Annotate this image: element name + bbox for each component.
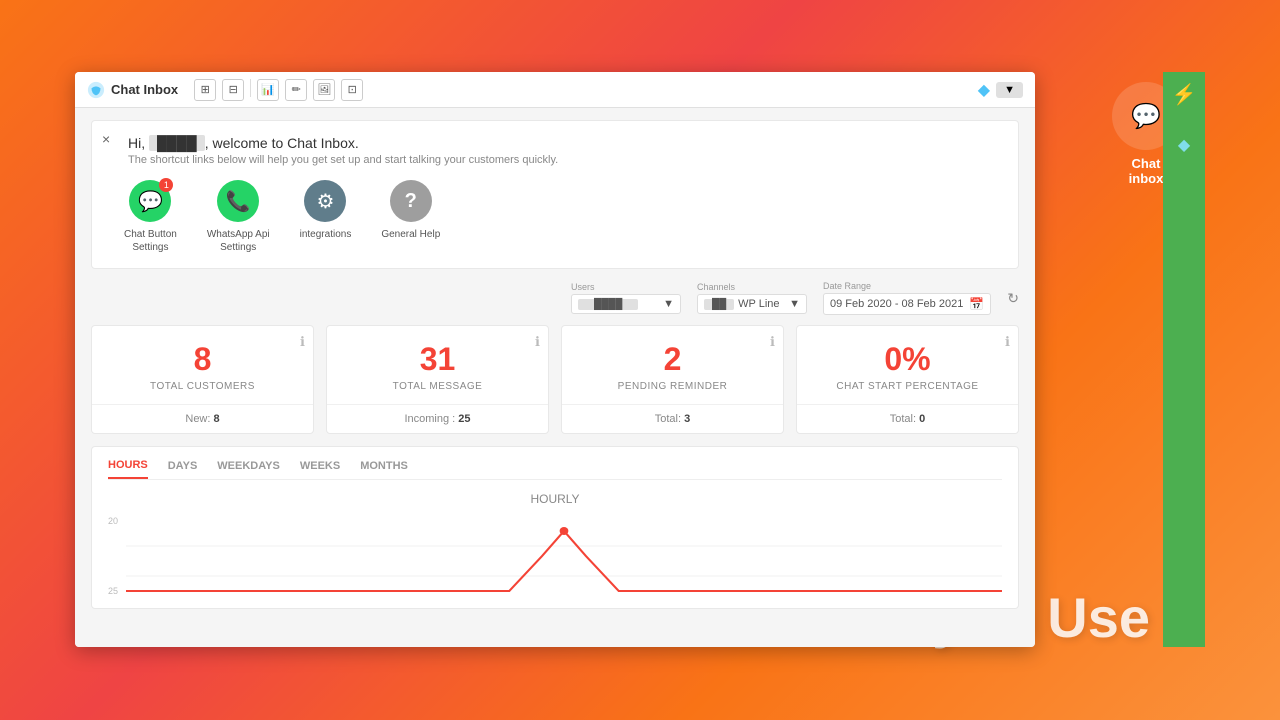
date-range-filter: Date Range 09 Feb 2020 - 08 Feb 2021 📅 — [823, 281, 991, 315]
welcome-banner: × Hi, ████, welcome to Chat Inbox. The s… — [91, 120, 1019, 269]
link-integrations[interactable]: ⚙ integrations — [300, 180, 352, 254]
incoming-label: Incoming : — [404, 413, 455, 425]
stat-card-main-reminder: ℹ 2 PENDING REMINDER — [562, 326, 783, 404]
welcome-subtitle: The shortcut links below will help you g… — [128, 154, 1002, 166]
channels-filter: Channels ██ WP Line ▼ — [697, 282, 807, 314]
whatsapp-api-icon: 📞 — [217, 180, 259, 222]
toolbar-btn-1[interactable]: ⊞ — [194, 79, 216, 101]
stat-card-chat-start: ℹ 0% CHAT START PERCENTAGE Total: 0 — [796, 325, 1019, 434]
stat-footer-customers: New: 8 — [92, 404, 313, 433]
total-chat-label: Total: — [890, 413, 916, 425]
chart-tabs: HOURS DAYS WEEKDAYS WEEKS MONTHS — [108, 459, 1002, 480]
title-bar-right: ◆ ▼ — [978, 80, 1023, 100]
tab-months[interactable]: MONTHS — [360, 459, 408, 479]
welcome-close-button[interactable]: × — [102, 131, 110, 147]
stat-card-pending-reminder: ℹ 2 PENDING REMINDER Total: 3 — [561, 325, 784, 434]
chat-start-value: 0% — [813, 342, 1002, 377]
chat-button-label: Chat ButtonSettings — [124, 228, 177, 254]
stat-footer-message: Incoming : 25 — [327, 404, 548, 433]
tab-weeks[interactable]: WEEKS — [300, 459, 340, 479]
date-range-value: 09 Feb 2020 - 08 Feb 2021 — [830, 298, 963, 310]
y-label-20: 20 — [108, 516, 118, 526]
total-reminder-label: Total: — [655, 413, 681, 425]
link-chat-button-settings[interactable]: 💬 1 Chat ButtonSettings — [124, 180, 177, 254]
integrations-label: integrations — [300, 228, 352, 241]
help-label: General Help — [381, 228, 440, 241]
stat-card-main-chat-start: ℹ 0% CHAT START PERCENTAGE — [797, 326, 1018, 404]
total-message-value: 31 — [343, 342, 532, 377]
toolbar-divider — [250, 79, 251, 97]
toolbar-btn-chart[interactable]: 📊 — [257, 79, 279, 101]
notification-badge: 1 — [159, 178, 173, 192]
pending-reminder-value: 2 — [578, 342, 767, 377]
stat-card-total-customers: ℹ 8 TOTAL CUSTOMERS New: 8 — [91, 325, 314, 434]
total-customers-value: 8 — [108, 342, 297, 377]
app-logo-icon — [87, 81, 105, 99]
integrations-icon: ⚙ — [304, 180, 346, 222]
toolbar-btn-2[interactable]: ⊟ — [222, 79, 244, 101]
chart-title: HOURLY — [108, 492, 1002, 506]
stat-card-main-customers: ℹ 8 TOTAL CUSTOMERS — [92, 326, 313, 404]
pending-reminder-label: PENDING REMINDER — [578, 381, 767, 392]
stats-section: Users ████ ▼ Channels ██ WP Line ▼ Date — [75, 281, 1035, 446]
info-icon-reminder[interactable]: ℹ — [770, 334, 775, 350]
total-message-label: TOTAL MESSAGE — [343, 381, 532, 392]
main-window: Chat Inbox ⊞ ⊟ 📊 ✏ 🖼 ⊡ ◆ ▼ × Hi, ████, w… — [75, 72, 1035, 647]
toggle-text: ▼ — [1004, 84, 1015, 96]
chat-button-icon: 💬 1 — [129, 180, 171, 222]
stat-card-total-message: ℹ 31 TOTAL MESSAGE Incoming : 25 — [326, 325, 549, 434]
toolbar-btn-edit[interactable]: ✏ — [285, 79, 307, 101]
chart-area: 25 20 — [108, 516, 1002, 596]
chart-section: HOURS DAYS WEEKDAYS WEEKS MONTHS HOURLY … — [91, 446, 1019, 609]
y-label-25: 25 — [108, 586, 118, 596]
refresh-button[interactable]: ↻ — [1007, 290, 1019, 307]
chart-svg — [126, 516, 1002, 596]
users-filter: Users ████ ▼ — [571, 282, 681, 314]
toolbar-btn-img[interactable]: 🖼 — [313, 79, 335, 101]
app-logo: Chat Inbox — [87, 81, 178, 99]
date-range-label: Date Range — [823, 281, 991, 291]
total-chat-value: 0 — [919, 413, 925, 425]
link-whatsapp-api[interactable]: 📞 WhatsApp ApiSettings — [207, 180, 270, 254]
diamond-icon: ◆ — [978, 80, 990, 100]
incoming-value: 25 — [458, 413, 470, 425]
users-filter-label: Users — [571, 282, 681, 292]
total-customers-label: TOTAL CUSTOMERS — [108, 381, 297, 392]
green-panel: ⚡ ◆ — [1163, 72, 1205, 647]
tab-days[interactable]: DAYS — [168, 459, 198, 479]
total-reminder-value: 3 — [684, 413, 690, 425]
info-icon-message[interactable]: ℹ — [535, 334, 540, 350]
welcome-title: Hi, ████, welcome to Chat Inbox. — [128, 135, 1002, 151]
title-bar-toggle[interactable]: ▼ — [996, 82, 1023, 98]
new-value: 8 — [214, 413, 220, 425]
tab-hours[interactable]: HOURS — [108, 459, 148, 479]
chat-start-label: CHAT START PERCENTAGE — [813, 381, 1002, 392]
stat-card-main-message: ℹ 31 TOTAL MESSAGE — [327, 326, 548, 404]
stat-footer-chat-start: Total: 0 — [797, 404, 1018, 433]
new-label: New: — [185, 413, 210, 425]
power-icon: ⚡ — [1172, 82, 1197, 107]
toolbar-btn-box[interactable]: ⊡ — [341, 79, 363, 101]
stats-filters: Users ████ ▼ Channels ██ WP Line ▼ Date — [91, 281, 1019, 315]
tab-weekdays[interactable]: WEEKDAYS — [217, 459, 280, 479]
chart-y-labels: 25 20 — [108, 516, 126, 596]
app-title: Chat Inbox — [111, 82, 178, 97]
channels-filter-label: Channels — [697, 282, 807, 292]
stat-footer-reminder: Total: 3 — [562, 404, 783, 433]
stat-cards: ℹ 8 TOTAL CUSTOMERS New: 8 ℹ — [91, 325, 1019, 434]
chat-inbox-right-label: Chat inbox — [1129, 156, 1164, 186]
whatsapp-api-label: WhatsApp ApiSettings — [207, 228, 270, 254]
link-general-help[interactable]: ? General Help — [381, 180, 440, 254]
info-icon-customers[interactable]: ℹ — [300, 334, 305, 350]
welcome-links: 💬 1 Chat ButtonSettings 📞 WhatsApp ApiSe… — [124, 180, 1002, 254]
green-panel-diamond: ◆ — [1178, 135, 1190, 155]
toolbar: ⊞ ⊟ 📊 ✏ 🖼 ⊡ — [194, 79, 363, 101]
help-icon: ? — [390, 180, 432, 222]
channels-value: WP Line — [738, 298, 779, 310]
info-icon-chat-start[interactable]: ℹ — [1005, 334, 1010, 350]
content-area: × Hi, ████, welcome to Chat Inbox. The s… — [75, 108, 1035, 647]
title-bar: Chat Inbox ⊞ ⊟ 📊 ✏ 🖼 ⊡ ◆ ▼ — [75, 72, 1035, 108]
